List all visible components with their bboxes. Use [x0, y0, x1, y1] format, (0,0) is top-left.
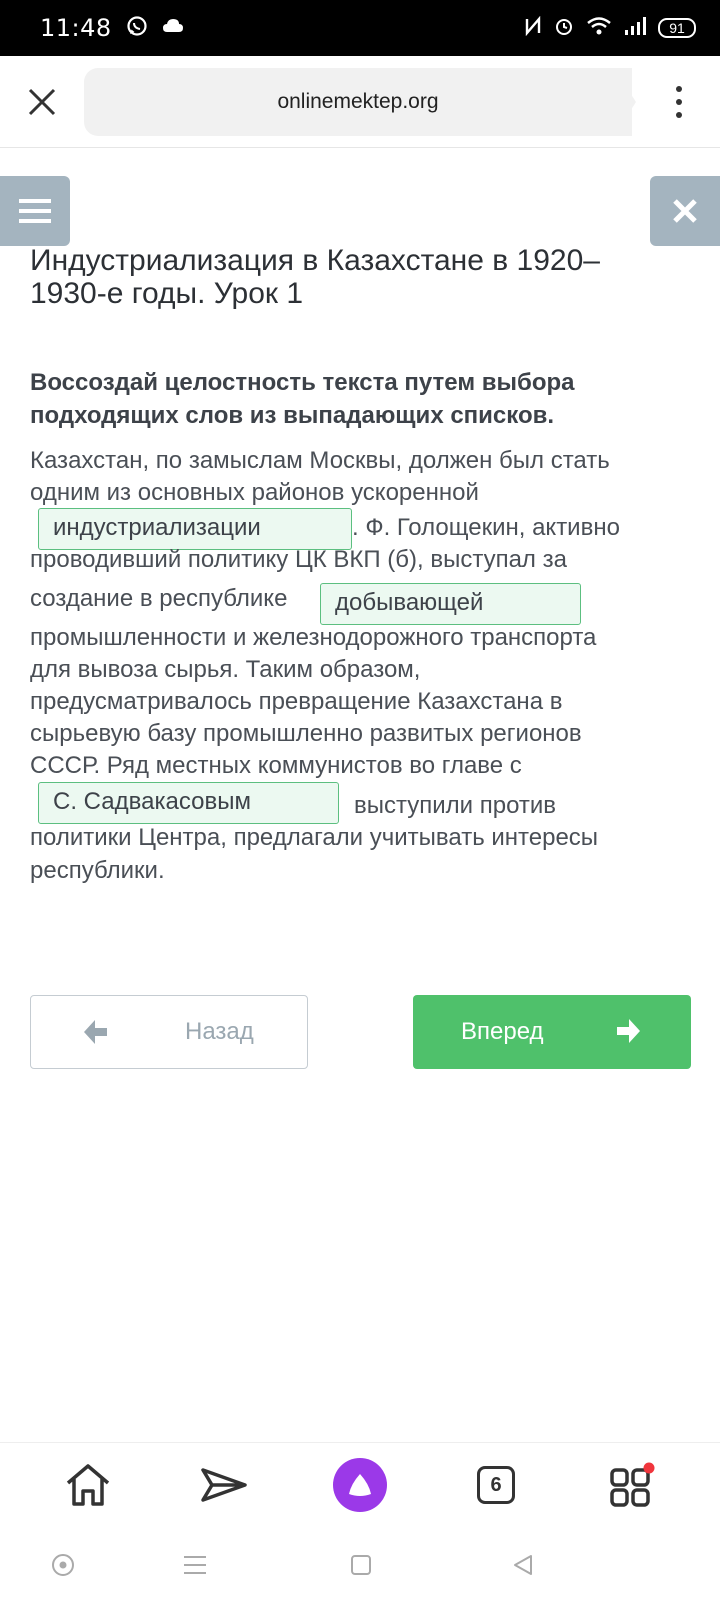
alarm-icon [554, 16, 574, 41]
back-button-label: Назад [185, 1018, 254, 1045]
more-vert-icon[interactable] [664, 82, 694, 122]
address-bar[interactable]: onlinemektep.org [84, 68, 632, 136]
wifi-icon [586, 16, 612, 41]
alice-button[interactable] [332, 1457, 388, 1513]
close-panel-button[interactable] [650, 176, 720, 246]
close-icon [673, 199, 697, 223]
send-icon[interactable] [196, 1457, 252, 1513]
arrow-right-icon [617, 1019, 640, 1043]
tabs-button[interactable]: 6 [468, 1457, 524, 1513]
nfc-icon [524, 15, 542, 41]
back-nav-icon[interactable] [508, 1550, 538, 1580]
tabs-icon: 6 [477, 1466, 515, 1504]
recent-apps-icon[interactable] [180, 1550, 210, 1580]
system-navigation-bar [0, 1530, 720, 1600]
passage-line: Казахстан, по замыслам Москвы, должен бы… [30, 447, 610, 474]
dropdown-industry-type[interactable]: добывающей [320, 583, 581, 625]
hamburger-icon [19, 199, 51, 203]
passage-line: выступили против [354, 792, 557, 819]
services-icon[interactable] [604, 1457, 660, 1513]
whatsapp-icon [126, 15, 148, 42]
address-bar-tip [614, 68, 636, 136]
passage-line: предусматривалось превращение Казахстана… [30, 688, 563, 715]
browser-bottom-bar: 6 [0, 1442, 720, 1530]
cloud-icon [162, 18, 184, 39]
close-icon[interactable] [22, 82, 62, 122]
next-button-label: Вперед [461, 1018, 544, 1045]
url-text: onlinemektep.org [277, 90, 439, 113]
passage-line: для вывоза сырья. Таким образом, [30, 656, 421, 683]
next-button[interactable]: Вперед [413, 995, 691, 1069]
back-button[interactable]: Назад [30, 995, 308, 1069]
dropdown-leader[interactable]: С. Садвакасовым [38, 782, 339, 824]
passage-line: СССР. Ряд местных коммунистов во главе с [30, 752, 522, 779]
passage-line: республики. [30, 857, 165, 884]
browser-toolbar: onlinemektep.org [0, 56, 720, 148]
passage-line: сырьевую базу промышленно развитых регио… [30, 720, 582, 747]
home-nav-icon[interactable] [346, 1550, 376, 1580]
page-title: Индустриализация в Казахстане в 1920– 19… [30, 244, 600, 310]
status-bar: 11:48 91 [0, 0, 720, 56]
menu-button[interactable] [0, 176, 70, 246]
passage-line: промышленности и железнодорожного трансп… [30, 624, 597, 651]
passage-line: одним из основных районов ускоренной [30, 479, 479, 506]
passage-line: . Ф. Голощекин, активно [352, 514, 620, 541]
alice-icon [333, 1458, 387, 1512]
status-time: 11:48 [40, 14, 112, 42]
task-instruction: Воссоздай целостность текста путем выбор… [30, 369, 575, 429]
home-icon[interactable] [60, 1457, 116, 1513]
battery-icon: 91 [658, 18, 696, 38]
passage-line: создание в республике [30, 585, 288, 612]
assistant-icon[interactable] [48, 1550, 78, 1580]
arrow-left-icon [84, 1020, 107, 1044]
signal-icon [624, 16, 646, 41]
passage-line: проводивший политику ЦК ВКП (б), выступа… [30, 546, 567, 573]
passage-line: политики Центра, предлагали учитывать ин… [30, 824, 599, 851]
